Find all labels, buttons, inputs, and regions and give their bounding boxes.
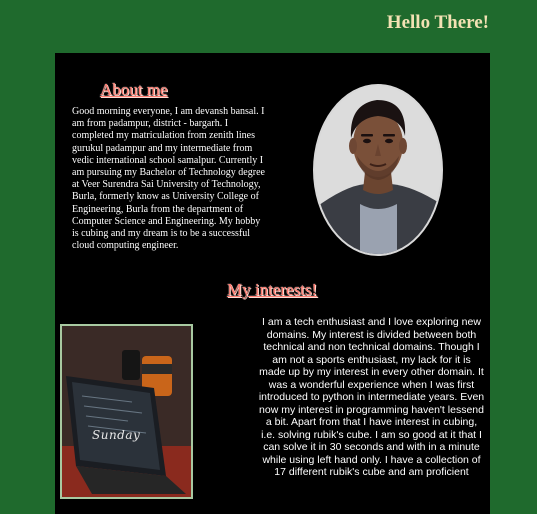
photo-caption: Sunday bbox=[92, 428, 141, 442]
profile-photo-icon bbox=[315, 86, 441, 254]
interests-heading: My interests! bbox=[227, 280, 318, 299]
about-heading: About me bbox=[100, 80, 168, 99]
profile-photo bbox=[313, 84, 443, 256]
page-title: Hello There! bbox=[386, 12, 489, 33]
interests-text: I am a tech enthusiast and I love explor… bbox=[258, 316, 485, 478]
content-panel: About me Good morning everyone, I am dev… bbox=[55, 53, 490, 514]
interest-photo: Sunday bbox=[60, 324, 193, 499]
laptop-photo-icon bbox=[62, 326, 191, 497]
about-text: Good morning everyone, I am devansh bans… bbox=[72, 106, 265, 252]
